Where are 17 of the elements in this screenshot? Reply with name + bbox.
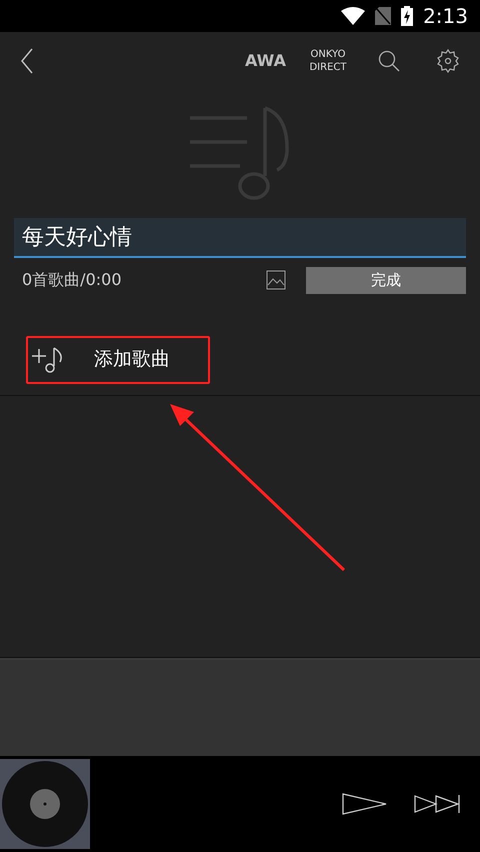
playlist-title-field[interactable]: 每天好心情: [14, 218, 466, 258]
service-logo[interactable]: AWA: [245, 49, 286, 73]
no-sim-icon: [375, 7, 392, 25]
vinyl-record-icon: [0, 759, 90, 849]
done-button[interactable]: 完成: [306, 266, 466, 294]
image-icon[interactable]: [266, 270, 286, 290]
service-logo[interactable]: ONKYO DIRECT: [308, 48, 348, 74]
skip-forward-icon[interactable]: [414, 795, 460, 813]
playlist-summary: 0首歌曲/0:00: [22, 269, 122, 291]
wifi-icon: [341, 7, 366, 25]
battery-charging-icon: [401, 6, 414, 26]
settings-icon[interactable]: [436, 49, 460, 73]
play-icon[interactable]: [342, 793, 388, 815]
playlist-music-icon: [190, 106, 290, 202]
search-icon[interactable]: [378, 50, 400, 72]
status-time: 2:13: [423, 3, 468, 30]
add-song-button[interactable]: 添加歌曲: [26, 336, 210, 384]
